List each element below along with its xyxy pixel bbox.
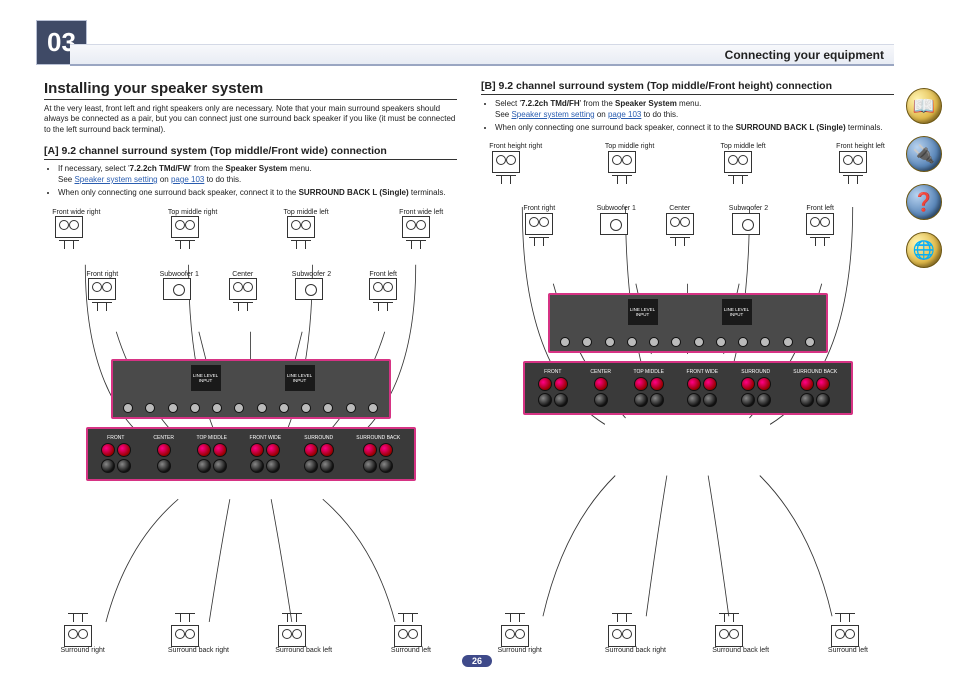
speaker-front-left: Front left xyxy=(803,205,837,247)
line-level-input-1: LINE LEVEL INPUT xyxy=(628,299,658,325)
notes-list-a: If necessary, select '7.2.2ch TMd/FW' fr… xyxy=(44,164,457,200)
speaker-front-wide-left: Front wide left xyxy=(399,209,433,251)
subsection-heading-b: [B] 9.2 channel surround system (Top mid… xyxy=(481,80,894,95)
speaker-center: Center xyxy=(663,205,697,247)
speaker-top-middle-right: Top middle right xyxy=(168,209,202,251)
receiver-speaker-terminals: FRONT CENTER TOP MIDDLE FRONT WIDE SURRO… xyxy=(86,427,416,481)
speaker-surround-back-left: Surround back left xyxy=(712,613,746,655)
speaker-front-height-left: Front height left xyxy=(836,143,870,185)
subsection-heading-a: [A] 9.2 channel surround system (Top mid… xyxy=(44,145,457,160)
speaker-top-middle-left: Top middle left xyxy=(721,143,755,185)
speaker-surround-left: Surround left xyxy=(828,613,862,655)
header-bar: Connecting your equipment xyxy=(70,44,894,66)
note-item: Select '7.2.2ch TMd/FH' from the Speaker… xyxy=(495,99,894,121)
note-item: When only connecting one surround back s… xyxy=(495,123,894,134)
speaker-subwoofer-2: Subwoofer 2 xyxy=(292,271,326,303)
diagram-b: Front height right Top middle right Top … xyxy=(481,143,894,655)
speaker-front-right: Front right xyxy=(85,271,119,313)
speaker-subwoofer-1: Subwoofer 1 xyxy=(160,271,194,303)
speaker-surround-left: Surround left xyxy=(391,613,425,655)
diagram-a: Front wide right Top middle right Top mi… xyxy=(44,209,457,655)
speaker-front-right: Front right xyxy=(522,205,556,247)
speaker-surround-right: Surround right xyxy=(61,613,95,655)
right-column: [B] 9.2 channel surround system (Top mid… xyxy=(481,80,894,655)
speaker-front-height-right: Front height right xyxy=(489,143,523,185)
speaker-top-middle-right: Top middle right xyxy=(605,143,639,185)
network-icon[interactable]: 🌐 xyxy=(906,232,942,268)
header-title: Connecting your equipment xyxy=(725,48,884,62)
speaker-center: Center xyxy=(226,271,260,313)
receiver-upper-panel: LINE LEVEL INPUT LINE LEVEL INPUT xyxy=(548,293,828,353)
note-item: If necessary, select '7.2.2ch TMd/FW' fr… xyxy=(58,164,457,186)
receiver-speaker-terminals: FRONT CENTER TOP MIDDLE FRONT WIDE SURRO… xyxy=(523,361,853,415)
content: Installing your speaker system At the ve… xyxy=(44,80,894,655)
intro-text: At the very least, front left and right … xyxy=(44,104,457,135)
note-item: When only connecting one surround back s… xyxy=(58,188,457,199)
left-column: Installing your speaker system At the ve… xyxy=(44,80,457,655)
speaker-surround-back-left: Surround back left xyxy=(275,613,309,655)
speaker-surround-back-right: Surround back right xyxy=(168,613,202,655)
receiver-upper-panel: LINE LEVEL INPUT LINE LEVEL INPUT xyxy=(111,359,391,419)
line-level-input-1: LINE LEVEL INPUT xyxy=(191,365,221,391)
page-number: 26 xyxy=(462,655,492,667)
link-speaker-setting[interactable]: Speaker system setting xyxy=(511,110,594,119)
help-icon[interactable]: ❓ xyxy=(906,184,942,220)
equipment-icon[interactable]: 🔌 xyxy=(906,136,942,172)
manual-icon[interactable]: 📖 xyxy=(906,88,942,124)
speaker-subwoofer-2: Subwoofer 2 xyxy=(729,205,763,237)
link-page-103[interactable]: page 103 xyxy=(608,110,641,119)
section-heading: Installing your speaker system xyxy=(44,80,457,100)
speaker-surround-right: Surround right xyxy=(498,613,532,655)
line-level-input-2: LINE LEVEL INPUT xyxy=(285,365,315,391)
speaker-front-left: Front left xyxy=(366,271,400,313)
speaker-top-middle-left: Top middle left xyxy=(284,209,318,251)
speaker-front-wide-right: Front wide right xyxy=(52,209,86,251)
link-speaker-setting[interactable]: Speaker system setting xyxy=(74,175,157,184)
speaker-surround-back-right: Surround back right xyxy=(605,613,639,655)
side-buttons: 📖 🔌 ❓ 🌐 xyxy=(906,88,942,268)
link-page-103[interactable]: page 103 xyxy=(171,175,204,184)
notes-list-b: Select '7.2.2ch TMd/FH' from the Speaker… xyxy=(481,99,894,135)
line-level-input-2: LINE LEVEL INPUT xyxy=(722,299,752,325)
speaker-subwoofer-1: Subwoofer 1 xyxy=(597,205,631,237)
